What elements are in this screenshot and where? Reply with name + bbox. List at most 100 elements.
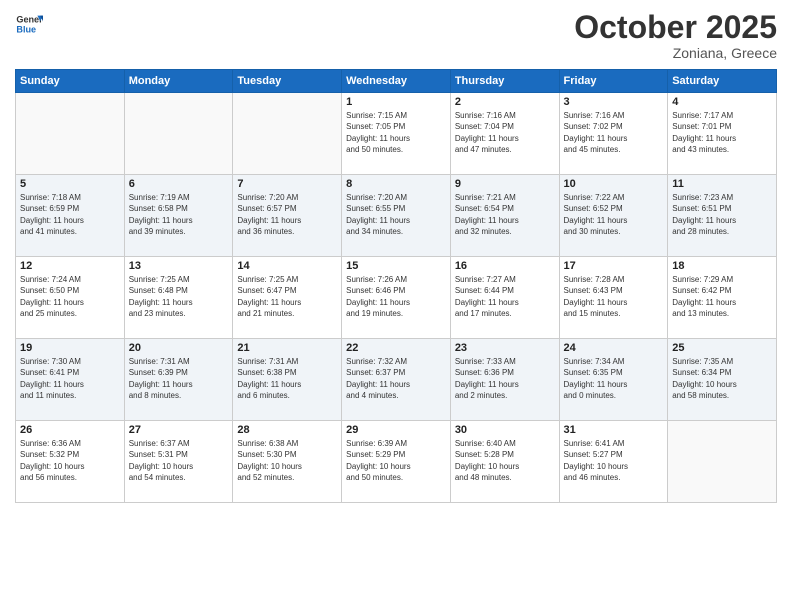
- calendar-cell: 24Sunrise: 7:34 AM Sunset: 6:35 PM Dayli…: [559, 339, 668, 421]
- day-number: 9: [455, 178, 555, 190]
- day-info: Sunrise: 7:19 AM Sunset: 6:58 PM Dayligh…: [129, 192, 229, 237]
- calendar-cell: 15 Sunrise: 7:26 AM Sunset: 6:46 PM Dayli…: [342, 257, 451, 339]
- day-info: Sunrise: 7:21 AM Sunset: 6:54 PM Dayligh…: [455, 192, 555, 237]
- calendar-cell: 27Sunrise: 6:37 AM Sunset: 5:31 PM Dayli…: [124, 421, 233, 503]
- location-subtitle: Zoniana, Greece: [574, 45, 777, 61]
- day-info: Sunrise: 6:41 AM Sunset: 5:27 PM Dayligh…: [564, 438, 664, 483]
- day-number: 23: [455, 342, 555, 354]
- calendar-cell: [233, 93, 342, 175]
- day-info: Sunrise: 7:17 AM Sunset: 7:01 PM Dayligh…: [672, 110, 772, 155]
- weekday-header-thursday: Thursday: [450, 70, 559, 93]
- day-number: 10: [564, 178, 664, 190]
- day-number: 15: [346, 260, 446, 272]
- day-number: 28: [237, 424, 337, 436]
- calendar-cell: 28Sunrise: 6:38 AM Sunset: 5:30 PM Dayli…: [233, 421, 342, 503]
- day-number: 21: [237, 342, 337, 354]
- calendar-cell: 11 Sunrise: 7:23 AM Sunset: 6:51 PM Dayli…: [668, 175, 777, 257]
- day-number: 25: [672, 342, 772, 354]
- day-number: 16: [455, 260, 555, 272]
- day-info: Sunrise: 7:25 AM Sunset: 6:47 PM Dayligh…: [237, 274, 337, 319]
- calendar-cell: 14 Sunrise: 7:25 AM Sunset: 6:47 PM Dayli…: [233, 257, 342, 339]
- calendar-cell: 23 Sunrise: 7:33 AM Sunset: 6:36 PM Dayli…: [450, 339, 559, 421]
- day-info: Sunrise: 6:39 AM Sunset: 5:29 PM Dayligh…: [346, 438, 446, 483]
- calendar-cell: [668, 421, 777, 503]
- day-info: Sunrise: 7:31 AM Sunset: 6:38 PM Dayligh…: [237, 356, 337, 401]
- calendar-cell: 3 Sunrise: 7:16 AM Sunset: 7:02 PM Daylig…: [559, 93, 668, 175]
- calendar-cell: 26 Sunrise: 6:36 AM Sunset: 5:32 PM Dayli…: [16, 421, 125, 503]
- calendar-cell: 5Sunrise: 7:18 AM Sunset: 6:59 PM Daylig…: [16, 175, 125, 257]
- calendar-cell: 12Sunrise: 7:24 AM Sunset: 6:50 PM Dayli…: [16, 257, 125, 339]
- day-number: 7: [237, 178, 337, 190]
- calendar-cell: 25 Sunrise: 7:35 AM Sunset: 6:34 PM Dayli…: [668, 339, 777, 421]
- week-row-2: 5Sunrise: 7:18 AM Sunset: 6:59 PM Daylig…: [16, 175, 777, 257]
- day-number: 17: [564, 260, 664, 272]
- day-number: 13: [129, 260, 229, 272]
- day-info: Sunrise: 7:22 AM Sunset: 6:52 PM Dayligh…: [564, 192, 664, 237]
- calendar-cell: 13 Sunrise: 7:25 AM Sunset: 6:48 PM Dayli…: [124, 257, 233, 339]
- day-number: 8: [346, 178, 446, 190]
- day-number: 31: [564, 424, 664, 436]
- day-info: Sunrise: 6:40 AM Sunset: 5:28 PM Dayligh…: [455, 438, 555, 483]
- calendar-cell: 18 Sunrise: 7:29 AM Sunset: 6:42 PM Dayli…: [668, 257, 777, 339]
- week-row-5: 26 Sunrise: 6:36 AM Sunset: 5:32 PM Dayli…: [16, 421, 777, 503]
- weekday-header-sunday: Sunday: [16, 70, 125, 93]
- calendar-cell: 22 Sunrise: 7:32 AM Sunset: 6:37 PM Dayli…: [342, 339, 451, 421]
- day-number: 11: [672, 178, 772, 190]
- calendar-cell: 7Sunrise: 7:20 AM Sunset: 6:57 PM Daylig…: [233, 175, 342, 257]
- weekday-header-tuesday: Tuesday: [233, 70, 342, 93]
- day-number: 6: [129, 178, 229, 190]
- calendar-cell: 21 Sunrise: 7:31 AM Sunset: 6:38 PM Dayli…: [233, 339, 342, 421]
- day-info: Sunrise: 7:27 AM Sunset: 6:44 PM Dayligh…: [455, 274, 555, 319]
- day-info: Sunrise: 7:28 AM Sunset: 6:43 PM Dayligh…: [564, 274, 664, 319]
- day-info: Sunrise: 7:26 AM Sunset: 6:46 PM Dayligh…: [346, 274, 446, 319]
- calendar: SundayMondayTuesdayWednesdayThursdayFrid…: [15, 69, 777, 503]
- day-number: 29: [346, 424, 446, 436]
- calendar-cell: 30 Sunrise: 6:40 AM Sunset: 5:28 PM Dayli…: [450, 421, 559, 503]
- title-area: October 2025 Zoniana, Greece: [574, 10, 777, 61]
- calendar-cell: [124, 93, 233, 175]
- day-number: 5: [20, 178, 120, 190]
- day-number: 20: [129, 342, 229, 354]
- day-number: 22: [346, 342, 446, 354]
- weekday-header-saturday: Saturday: [668, 70, 777, 93]
- day-number: 14: [237, 260, 337, 272]
- day-info: Sunrise: 7:20 AM Sunset: 6:55 PM Dayligh…: [346, 192, 446, 237]
- day-number: 1: [346, 96, 446, 108]
- day-info: Sunrise: 6:36 AM Sunset: 5:32 PM Dayligh…: [20, 438, 120, 483]
- day-info: Sunrise: 7:33 AM Sunset: 6:36 PM Dayligh…: [455, 356, 555, 401]
- weekday-header-row: SundayMondayTuesdayWednesdayThursdayFrid…: [16, 70, 777, 93]
- calendar-cell: 10 Sunrise: 7:22 AM Sunset: 6:52 PM Dayli…: [559, 175, 668, 257]
- day-number: 26: [20, 424, 120, 436]
- svg-text:Blue: Blue: [16, 24, 36, 34]
- day-number: 24: [564, 342, 664, 354]
- day-info: Sunrise: 7:23 AM Sunset: 6:51 PM Dayligh…: [672, 192, 772, 237]
- calendar-cell: 16 Sunrise: 7:27 AM Sunset: 6:44 PM Dayli…: [450, 257, 559, 339]
- week-row-4: 19Sunrise: 7:30 AM Sunset: 6:41 PM Dayli…: [16, 339, 777, 421]
- day-info: Sunrise: 7:15 AM Sunset: 7:05 PM Dayligh…: [346, 110, 446, 155]
- calendar-cell: 2Sunrise: 7:16 AM Sunset: 7:04 PM Daylig…: [450, 93, 559, 175]
- day-info: Sunrise: 7:25 AM Sunset: 6:48 PM Dayligh…: [129, 274, 229, 319]
- weekday-header-monday: Monday: [124, 70, 233, 93]
- calendar-cell: 20Sunrise: 7:31 AM Sunset: 6:39 PM Dayli…: [124, 339, 233, 421]
- calendar-cell: 31 Sunrise: 6:41 AM Sunset: 5:27 PM Dayli…: [559, 421, 668, 503]
- logo-icon: General Blue: [15, 10, 43, 38]
- header: General Blue October 2025 Zoniana, Greec…: [15, 10, 777, 61]
- calendar-cell: [16, 93, 125, 175]
- day-info: Sunrise: 7:16 AM Sunset: 7:02 PM Dayligh…: [564, 110, 664, 155]
- week-row-3: 12Sunrise: 7:24 AM Sunset: 6:50 PM Dayli…: [16, 257, 777, 339]
- day-info: Sunrise: 7:32 AM Sunset: 6:37 PM Dayligh…: [346, 356, 446, 401]
- calendar-cell: 8 Sunrise: 7:20 AM Sunset: 6:55 PM Daylig…: [342, 175, 451, 257]
- day-info: Sunrise: 7:29 AM Sunset: 6:42 PM Dayligh…: [672, 274, 772, 319]
- weekday-header-friday: Friday: [559, 70, 668, 93]
- day-number: 30: [455, 424, 555, 436]
- calendar-cell: 4Sunrise: 7:17 AM Sunset: 7:01 PM Daylig…: [668, 93, 777, 175]
- day-number: 18: [672, 260, 772, 272]
- day-info: Sunrise: 7:35 AM Sunset: 6:34 PM Dayligh…: [672, 356, 772, 401]
- page: General Blue October 2025 Zoniana, Greec…: [0, 0, 792, 612]
- month-title: October 2025: [574, 10, 777, 45]
- weekday-header-wednesday: Wednesday: [342, 70, 451, 93]
- day-number: 3: [564, 96, 664, 108]
- calendar-cell: 1 Sunrise: 7:15 AM Sunset: 7:05 PM Daylig…: [342, 93, 451, 175]
- day-number: 2: [455, 96, 555, 108]
- calendar-cell: 29 Sunrise: 6:39 AM Sunset: 5:29 PM Dayli…: [342, 421, 451, 503]
